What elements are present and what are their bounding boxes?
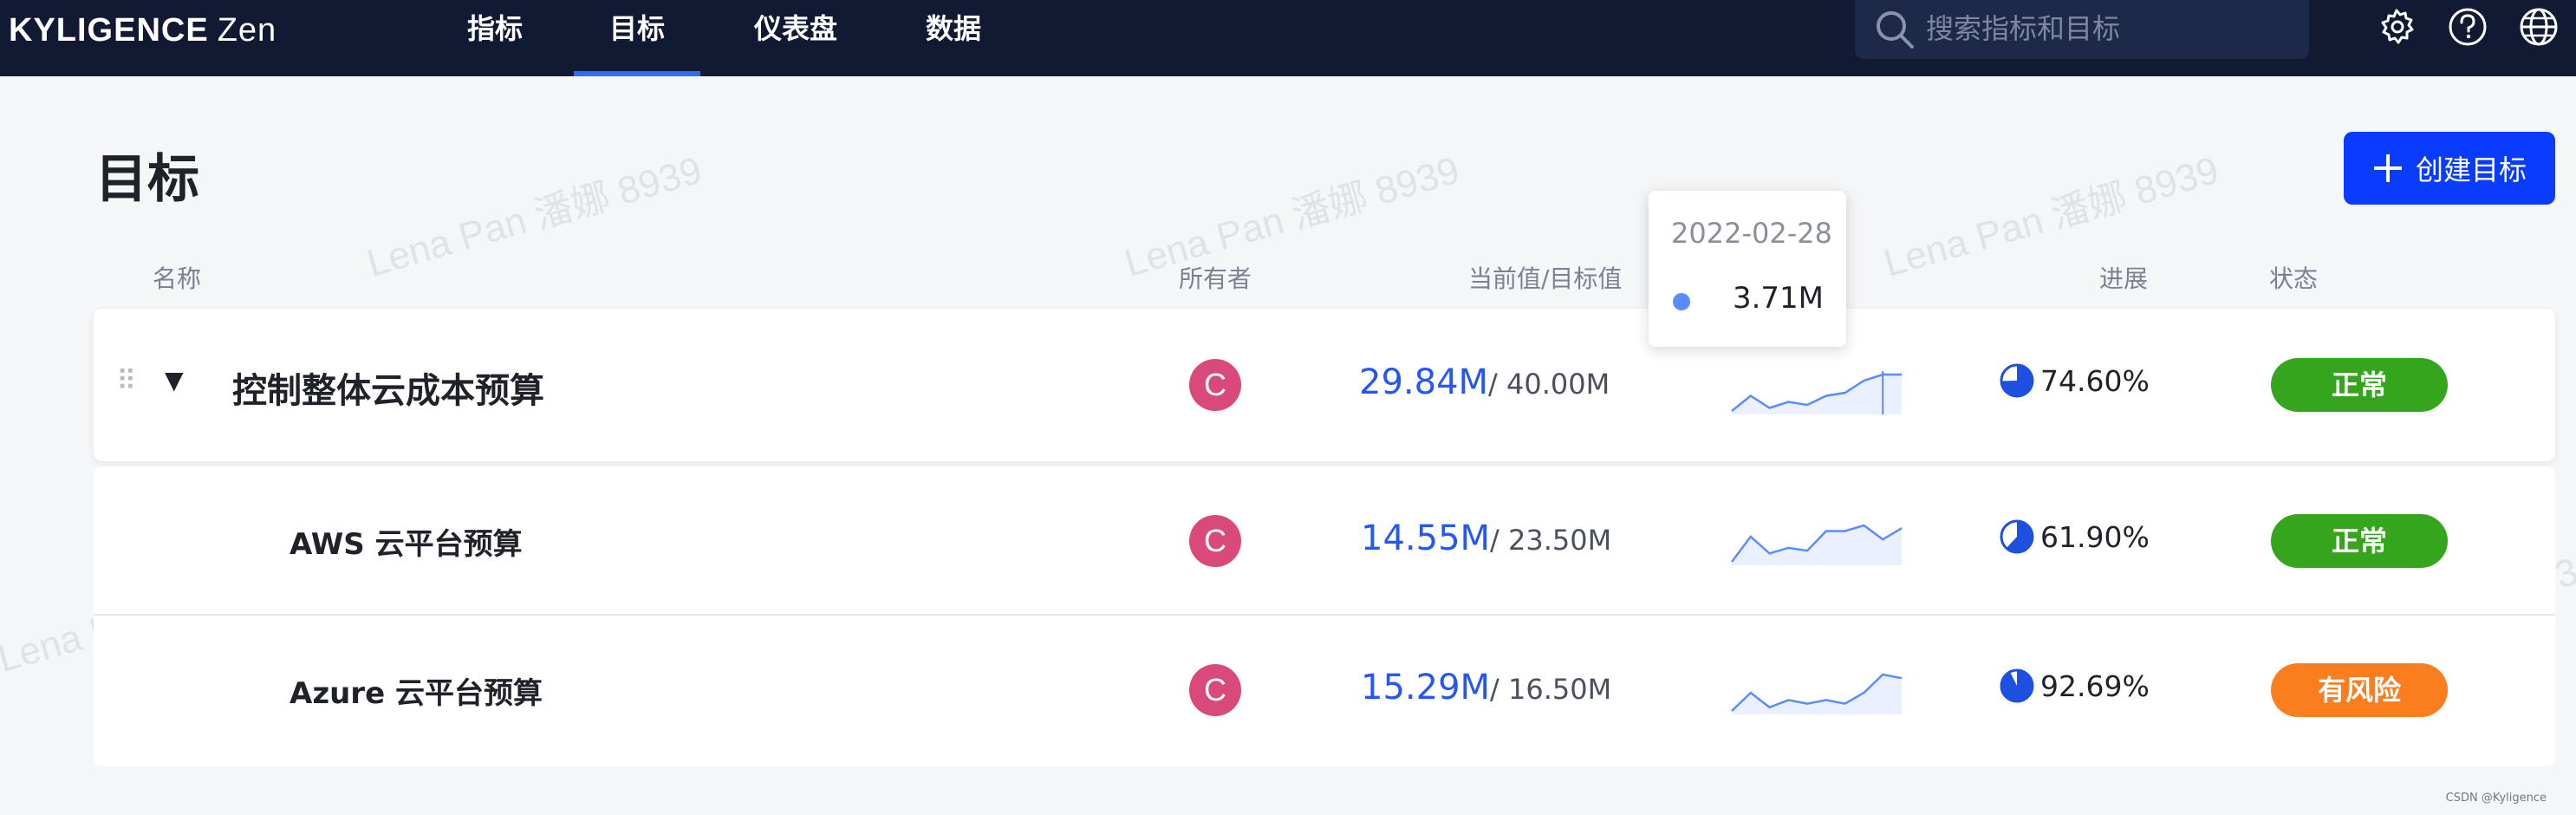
trend-sparkline[interactable]: [1728, 371, 1905, 414]
kyligence-zen-logo[interactable]: KYLIGENCE Zen: [9, 12, 276, 49]
search-input[interactable]: [1924, 9, 2292, 49]
watermark: Lena Pan 潘娜 8939: [362, 148, 707, 285]
nav-goals[interactable]: 目标: [574, 0, 700, 76]
goal-row[interactable]: AWS 云平台预算 C 14.55M/ 23.50M 61.90% 正常: [94, 466, 2555, 614]
progress-value: 92.69%: [2040, 668, 2150, 703]
search-box[interactable]: [1855, 0, 2309, 59]
current-value: 29.84M: [1359, 362, 1489, 402]
target-value: / 40.00M: [1488, 368, 1610, 401]
collapse-caret-icon[interactable]: ▼: [165, 366, 184, 394]
goal-value: 14.55M/ 23.50M: [1361, 518, 1611, 558]
goal-name[interactable]: 控制整体云成本预算: [232, 362, 544, 413]
tooltip-date: 2022-02-28: [1671, 217, 1832, 250]
owner-avatar: C: [1189, 515, 1241, 567]
goal-row[interactable]: ⠿ ▼ 控制整体云成本预算 C 29.84M/ 40.00M 74.60% 正常: [94, 309, 2555, 461]
status-badge: 有风险: [2271, 663, 2448, 717]
sparkline-tooltip: 2022-02-28 3.71M: [1649, 191, 1846, 347]
help-icon[interactable]: [2446, 5, 2489, 49]
progress-pie-icon: [2000, 668, 2034, 703]
progress-pie-slice: [2001, 670, 2033, 701]
progress-pie-icon: [2000, 519, 2034, 554]
credit-text: CSDN @Kyligence: [2445, 792, 2547, 805]
page-title: 目标: [95, 149, 199, 210]
nav-metrics[interactable]: 指标: [465, 0, 525, 76]
goal-value: 15.29M/ 16.50M: [1361, 668, 1611, 707]
watermark: Lena Pan 潘娜 8939: [1879, 148, 2224, 285]
column-header-status: 状态: [2269, 264, 2319, 293]
globe-icon[interactable]: [2517, 5, 2560, 49]
owner-avatar: C: [1189, 359, 1241, 411]
trend-sparkline[interactable]: [1728, 522, 1905, 565]
create-goal-label: 创建目标: [2415, 153, 2527, 186]
search-icon: [1877, 11, 1914, 49]
logo-product: Zen: [217, 12, 277, 49]
sparkline-area: [1732, 375, 1902, 414]
column-header-progress: 进展: [2099, 264, 2149, 293]
top-nav-bar: KYLIGENCE Zen 指标 目标 仪表盘 数据: [0, 0, 2576, 76]
target-value: / 23.50M: [1490, 524, 1612, 557]
target-value: / 16.50M: [1490, 673, 1612, 706]
watermark: Lena Pan 潘娜 8939: [1120, 148, 1465, 285]
progress-indicator: 61.90%: [1999, 518, 2150, 555]
create-goal-button[interactable]: 创建目标: [2344, 132, 2555, 205]
goal-value: 29.84M/ 40.00M: [1359, 362, 1610, 402]
column-header-name: 名称: [153, 264, 202, 293]
progress-value: 61.90%: [2040, 519, 2150, 554]
progress-pie-icon: [2000, 363, 2034, 398]
column-header-value: 当前值/目标值: [1468, 264, 1623, 293]
goal-row[interactable]: Azure 云平台预算 C 15.29M/ 16.50M 92.69% 有风险: [94, 614, 2555, 766]
goal-name[interactable]: Azure 云平台预算: [289, 669, 543, 712]
owner-avatar: C: [1189, 664, 1241, 716]
trend-sparkline[interactable]: [1728, 671, 1905, 714]
status-badge: 正常: [2271, 514, 2448, 568]
nav-dashboards[interactable]: 仪表盘: [751, 0, 841, 76]
status-badge: 正常: [2271, 358, 2448, 412]
current-value: 15.29M: [1361, 668, 1491, 707]
plus-icon: [2373, 154, 2402, 182]
progress-indicator: 92.69%: [1999, 668, 2150, 704]
goal-name[interactable]: AWS 云平台预算: [289, 520, 523, 563]
current-value: 14.55M: [1361, 518, 1491, 558]
drag-handle-icon[interactable]: ⠿: [116, 364, 136, 397]
logo-brand: KYLIGENCE: [9, 12, 209, 49]
progress-indicator: 74.60%: [1999, 362, 2150, 399]
settings-icon[interactable]: [2375, 5, 2418, 49]
tooltip-value: 3.71M: [1732, 281, 1824, 316]
nav-data[interactable]: 数据: [922, 0, 985, 76]
progress-value: 74.60%: [2040, 363, 2150, 398]
sparkline-area: [1732, 525, 1902, 565]
series-dot-icon: [1673, 293, 1690, 310]
column-header-owner: 所有者: [1179, 264, 1252, 293]
